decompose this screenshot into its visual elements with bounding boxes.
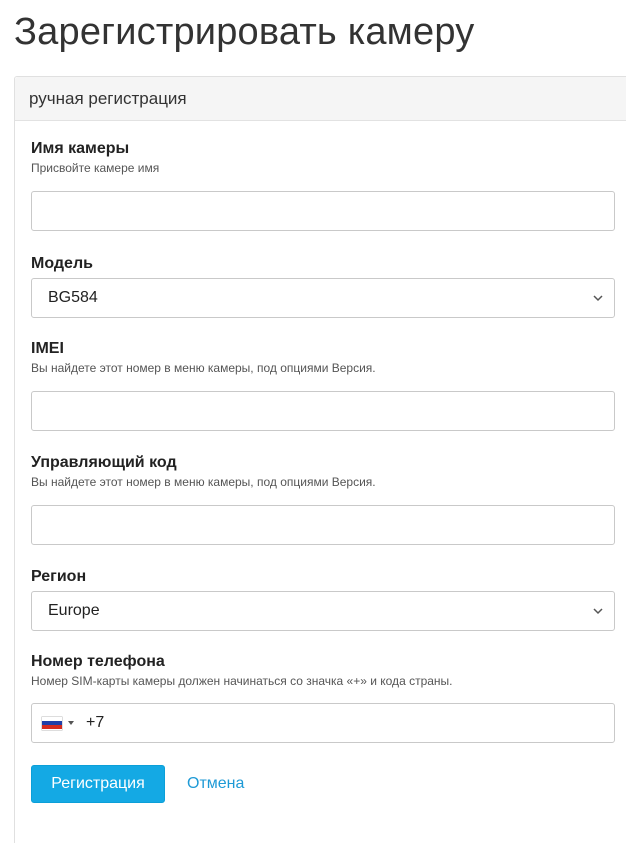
model-selected-value: BG584 — [48, 289, 98, 306]
control-code-label: Управляющий код — [31, 454, 177, 471]
register-camera-page: Зарегистрировать камеру ручная регистрац… — [0, 0, 626, 843]
phone-group: Номер телефона Номер SIM-карты камеры до… — [31, 652, 615, 743]
phone-label: Номер телефона — [31, 653, 165, 670]
model-select[interactable]: BG584 — [31, 278, 615, 318]
page-title: Зарегистрировать камеру — [14, 11, 475, 53]
model-label: Модель — [31, 255, 93, 272]
imei-label: IMEI — [31, 340, 64, 357]
imei-help: Вы найдете этот номер в меню камеры, под… — [31, 361, 376, 375]
phone-input[interactable]: +7 — [31, 703, 615, 743]
chevron-down-icon — [593, 295, 603, 302]
region-selected-value: Europe — [48, 602, 100, 619]
imei-group: IMEI Вы найдете этот номер в меню камеры… — [31, 339, 615, 431]
panel-heading: ручная регистрация — [15, 77, 626, 121]
control-code-group: Управляющий код Вы найдете этот номер в … — [31, 453, 615, 545]
region-select[interactable]: Europe — [31, 591, 615, 631]
camera-name-help: Присвойте камере имя — [31, 161, 160, 175]
region-group: Регион Europe — [31, 567, 615, 631]
registration-panel: ручная регистрация Имя камеры Присвойте … — [14, 76, 626, 843]
russia-flag-icon — [42, 716, 62, 730]
phone-value: +7 — [86, 714, 105, 731]
region-label: Регион — [31, 568, 87, 585]
register-button[interactable]: Регистрация — [31, 765, 165, 803]
control-code-input[interactable] — [31, 505, 615, 545]
country-code-dropdown[interactable] — [42, 716, 74, 730]
imei-input[interactable] — [31, 391, 615, 431]
camera-name-label: Имя камеры — [31, 140, 130, 157]
control-code-help: Вы найдете этот номер в меню камеры, под… — [31, 475, 376, 489]
caret-down-icon — [68, 721, 74, 725]
camera-name-group: Имя камеры Присвойте камере имя — [31, 139, 615, 231]
model-group: Модель BG584 — [31, 254, 615, 318]
chevron-down-icon — [593, 608, 603, 615]
camera-name-input[interactable] — [31, 191, 615, 231]
phone-help: Номер SIM-карты камеры должен начинаться… — [31, 674, 453, 688]
cancel-link[interactable]: Отмена — [187, 765, 244, 803]
